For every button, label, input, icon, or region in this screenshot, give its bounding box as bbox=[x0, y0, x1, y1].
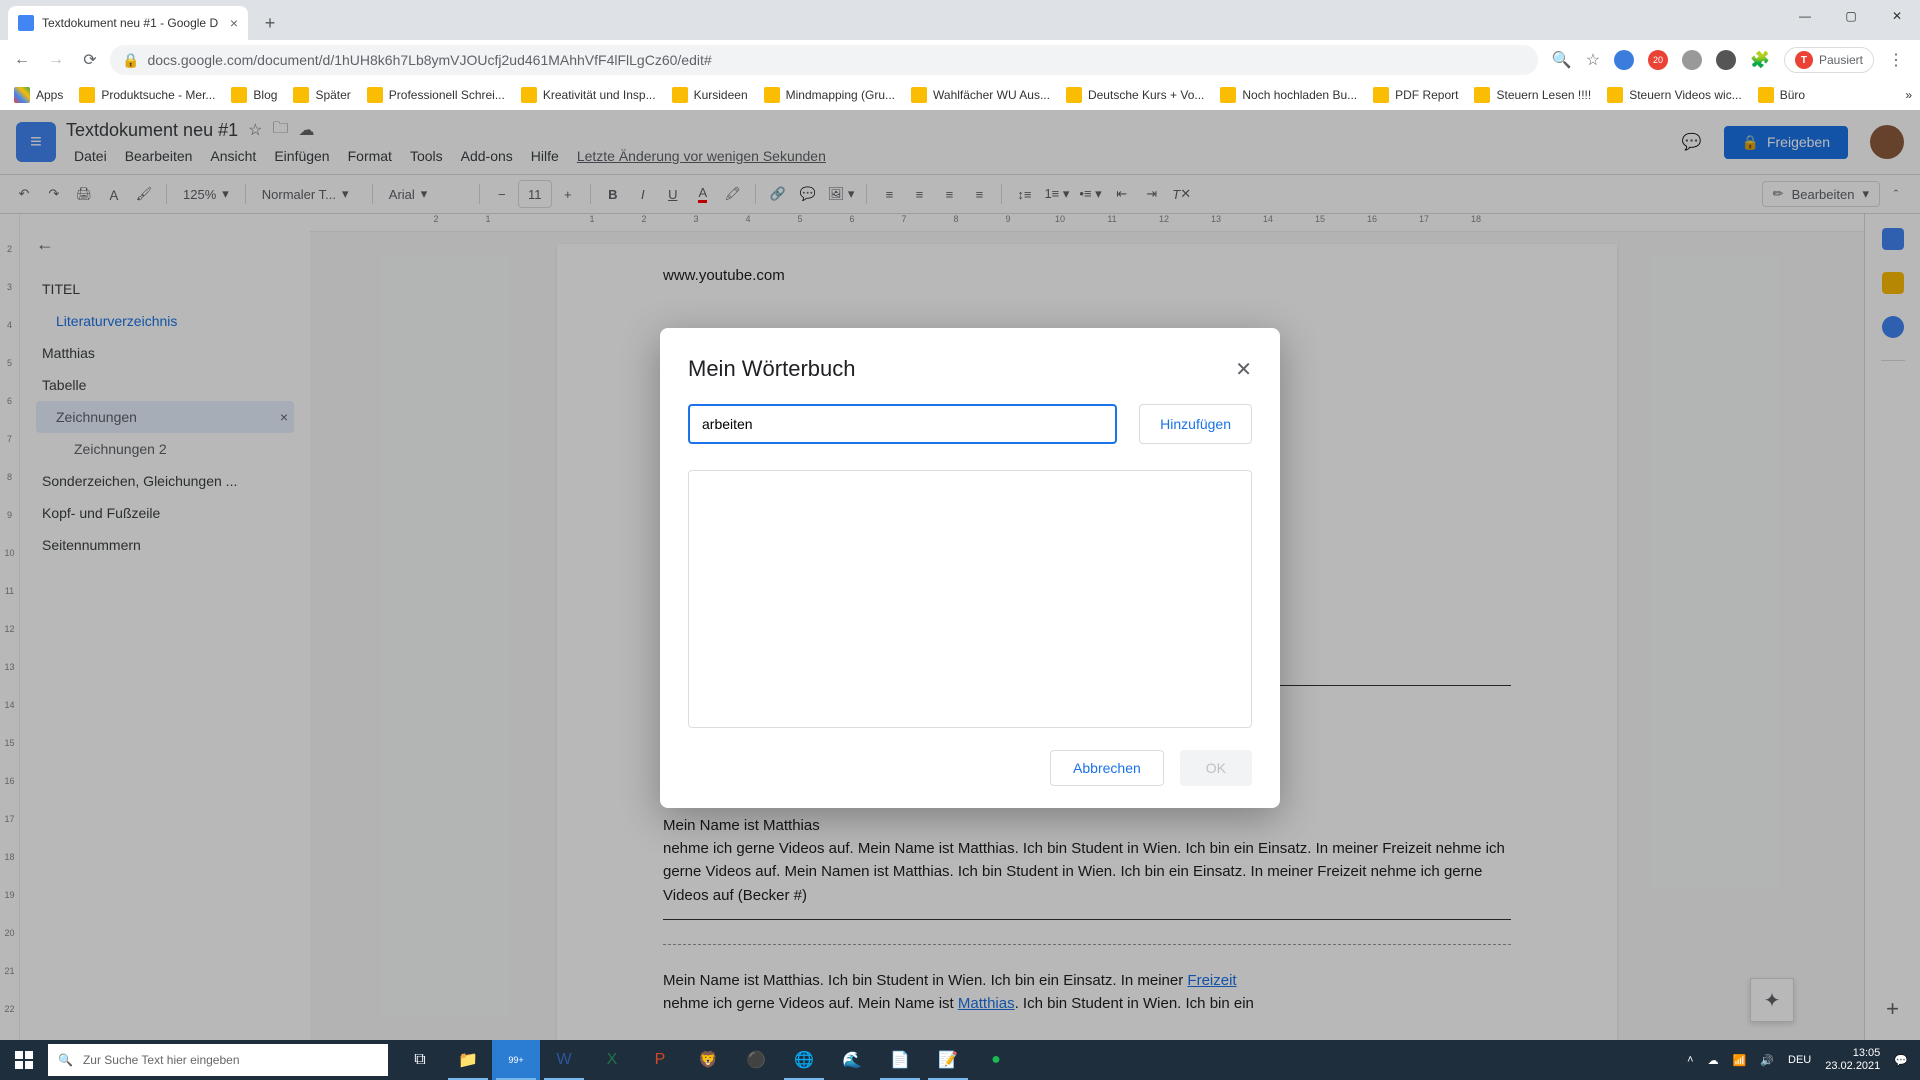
dialog-title: Mein Wörterbuch bbox=[688, 356, 856, 382]
start-button[interactable] bbox=[0, 1040, 48, 1080]
tab-title: Textdokument neu #1 - Google D bbox=[42, 16, 222, 30]
bookmark-item[interactable]: Steuern Lesen !!!! bbox=[1468, 83, 1597, 107]
spotify-icon[interactable]: ● bbox=[972, 1040, 1020, 1080]
windows-taskbar: 🔍 Zur Suche Text hier eingeben ⧉ 📁 99+ W… bbox=[0, 1040, 1920, 1080]
bookmark-folder-icon bbox=[367, 87, 383, 103]
close-window-button[interactable]: ✕ bbox=[1874, 0, 1920, 32]
powerpoint-icon[interactable]: P bbox=[636, 1040, 684, 1080]
docs-favicon-icon bbox=[18, 15, 34, 31]
word-icon[interactable]: W bbox=[540, 1040, 588, 1080]
tab-close-icon[interactable]: × bbox=[230, 15, 238, 31]
bookmark-item[interactable]: PDF Report bbox=[1367, 83, 1464, 107]
extension-icons: 🔍 ☆ 20 🧩 T Pausiert ⋮ bbox=[1544, 47, 1912, 73]
bookmark-folder-icon bbox=[672, 87, 688, 103]
system-tray: ˄ ☁ 📶 🔊 DEU 13:05 23.02.2021 💬 bbox=[1675, 1047, 1920, 1073]
apps-icon bbox=[14, 87, 30, 103]
notepad-icon[interactable]: 📝 bbox=[924, 1040, 972, 1080]
dictionary-dialog: Mein Wörterbuch ✕ Hinzufügen Abbrechen O… bbox=[660, 328, 1280, 808]
window-controls: — ▢ ✕ bbox=[1782, 0, 1920, 32]
ok-button[interactable]: OK bbox=[1180, 750, 1252, 786]
task-view-icon[interactable]: ⧉ bbox=[396, 1040, 444, 1080]
bookmark-item[interactable]: Noch hochladen Bu... bbox=[1214, 83, 1363, 107]
back-button[interactable]: ← bbox=[8, 46, 36, 74]
onedrive-icon[interactable]: ☁ bbox=[1708, 1054, 1719, 1067]
wifi-icon[interactable]: 📶 bbox=[1733, 1054, 1747, 1067]
star-icon[interactable]: ☆ bbox=[1586, 50, 1600, 70]
url-text: docs.google.com/document/d/1hUH8k6h7Lb8y… bbox=[147, 52, 711, 68]
bookmark-folder-icon bbox=[764, 87, 780, 103]
browser-chrome: Textdokument neu #1 - Google D × + — ▢ ✕… bbox=[0, 0, 1920, 110]
bookmark-item[interactable]: Steuern Videos wic... bbox=[1601, 83, 1748, 107]
word-input[interactable] bbox=[688, 404, 1117, 444]
excel-icon[interactable]: X bbox=[588, 1040, 636, 1080]
search-icon: 🔍 bbox=[58, 1053, 73, 1067]
ext-icon-3[interactable] bbox=[1716, 50, 1736, 70]
minimize-button[interactable]: — bbox=[1782, 0, 1828, 32]
bookmark-folder-icon bbox=[231, 87, 247, 103]
bookmark-folder-icon bbox=[79, 87, 95, 103]
bookmark-folder-icon bbox=[1220, 87, 1236, 103]
ext-adblock-icon[interactable]: 20 bbox=[1648, 50, 1668, 70]
bookmark-item[interactable]: Kursideen bbox=[666, 83, 754, 107]
browser-menu-icon[interactable]: ⋮ bbox=[1888, 50, 1904, 70]
zoom-icon[interactable]: 🔍 bbox=[1552, 50, 1572, 70]
ext-icon-1[interactable] bbox=[1614, 50, 1634, 70]
bookmark-folder-icon bbox=[911, 87, 927, 103]
add-word-button[interactable]: Hinzufügen bbox=[1139, 404, 1252, 444]
bookmark-folder-icon bbox=[1066, 87, 1082, 103]
edge-icon[interactable]: 🌊 bbox=[828, 1040, 876, 1080]
bookmark-item[interactable]: Büro bbox=[1752, 83, 1811, 107]
new-tab-button[interactable]: + bbox=[256, 9, 284, 37]
clock[interactable]: 13:05 23.02.2021 bbox=[1825, 1047, 1880, 1073]
profile-paused-pill[interactable]: T Pausiert bbox=[1784, 47, 1874, 73]
reader-icon[interactable]: 📄 bbox=[876, 1040, 924, 1080]
tray-chevron-icon[interactable]: ˄ bbox=[1687, 1054, 1693, 1066]
obs-icon[interactable]: ⚫ bbox=[732, 1040, 780, 1080]
language-indicator[interactable]: DEU bbox=[1788, 1054, 1811, 1066]
explorer-icon[interactable]: 📁 bbox=[444, 1040, 492, 1080]
bookmark-overflow-icon[interactable]: » bbox=[1905, 88, 1912, 102]
bookmark-folder-icon bbox=[293, 87, 309, 103]
address-bar-row: ← → ⟳ 🔒 docs.google.com/document/d/1hUH8… bbox=[0, 40, 1920, 80]
bookmark-folder-icon bbox=[1373, 87, 1389, 103]
extensions-puzzle-icon[interactable]: 🧩 bbox=[1750, 50, 1770, 70]
browser-tab[interactable]: Textdokument neu #1 - Google D × bbox=[8, 6, 248, 40]
bookmark-folder-icon bbox=[521, 87, 537, 103]
bookmark-item[interactable]: Blog bbox=[225, 83, 283, 107]
bookmark-item[interactable]: Wahlfächer WU Aus... bbox=[905, 83, 1056, 107]
ext-icon-2[interactable] bbox=[1682, 50, 1702, 70]
bookmark-apps[interactable]: Apps bbox=[8, 83, 69, 107]
bookmark-item[interactable]: Produktsuche - Mer... bbox=[73, 83, 221, 107]
forward-button[interactable]: → bbox=[42, 46, 70, 74]
chrome-icon[interactable]: 🌐 bbox=[780, 1040, 828, 1080]
notifications-icon[interactable]: 💬 bbox=[1894, 1054, 1908, 1067]
bookmark-folder-icon bbox=[1758, 87, 1774, 103]
dialog-close-icon[interactable]: ✕ bbox=[1235, 357, 1252, 382]
profile-avatar-icon: T bbox=[1795, 51, 1813, 69]
bookmark-bar: Apps Produktsuche - Mer... Blog Später P… bbox=[0, 80, 1920, 110]
cancel-button[interactable]: Abbrechen bbox=[1050, 750, 1164, 786]
bookmark-item[interactable]: Später bbox=[287, 83, 356, 107]
brave-icon[interactable]: 🦁 bbox=[684, 1040, 732, 1080]
volume-icon[interactable]: 🔊 bbox=[1760, 1054, 1774, 1067]
bookmark-folder-icon bbox=[1474, 87, 1490, 103]
maximize-button[interactable]: ▢ bbox=[1828, 0, 1874, 32]
app-icon[interactable]: 99+ bbox=[492, 1040, 540, 1080]
bookmark-item[interactable]: Kreativität und Insp... bbox=[515, 83, 662, 107]
tab-bar: Textdokument neu #1 - Google D × + — ▢ ✕ bbox=[0, 0, 1920, 40]
lock-icon: 🔒 bbox=[122, 52, 139, 69]
windows-search-input[interactable]: 🔍 Zur Suche Text hier eingeben bbox=[48, 1044, 388, 1076]
bookmark-item[interactable]: Mindmapping (Gru... bbox=[758, 83, 901, 107]
reload-button[interactable]: ⟳ bbox=[76, 46, 104, 74]
bookmark-folder-icon bbox=[1607, 87, 1623, 103]
bookmark-item[interactable]: Professionell Schrei... bbox=[361, 83, 511, 107]
address-bar[interactable]: 🔒 docs.google.com/document/d/1hUH8k6h7Lb… bbox=[110, 45, 1538, 75]
dictionary-word-list[interactable] bbox=[688, 470, 1252, 728]
paused-label: Pausiert bbox=[1819, 53, 1863, 67]
bookmark-item[interactable]: Deutsche Kurs + Vo... bbox=[1060, 83, 1210, 107]
